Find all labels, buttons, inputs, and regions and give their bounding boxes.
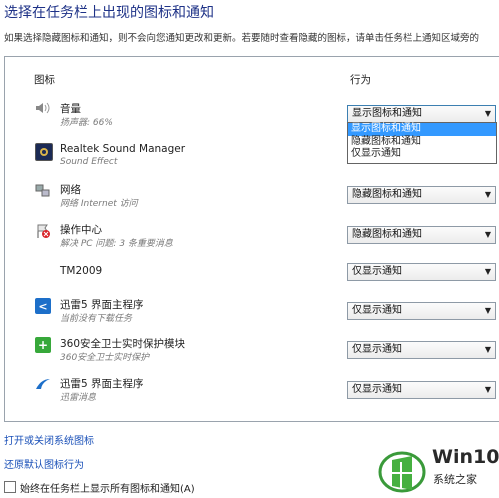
realtek-icon (35, 143, 53, 161)
select-value: 隐藏图标和通知 (352, 189, 422, 200)
row-name-xunlei-2: 迅雷5 界面主程序 (60, 378, 144, 390)
row-name-network: 网络 (60, 184, 81, 196)
row-sub-xunlei: 当前没有下载任务 (60, 314, 133, 324)
360-shield-icon: + (35, 337, 51, 353)
row-sub-realtek: Sound Effect (60, 157, 118, 167)
row-name-action-center: 操作中心 (60, 224, 102, 236)
chevron-down-icon: ▼ (484, 190, 491, 199)
page-title: 选择在任务栏上出现的图标和通知 (4, 5, 214, 21)
icon-column-header: 图标 (34, 74, 55, 86)
behavior-select-volume[interactable]: 显示图标和通知 ▼ (347, 105, 496, 123)
xunlei-icon: < (35, 298, 51, 314)
watermark-sub: 系统之家 (433, 473, 477, 486)
behavior-select-action-center[interactable]: 隐藏图标和通知 ▼ (347, 226, 496, 244)
row-name-tm2009: TM2009 (60, 265, 103, 277)
behavior-select-xunlei[interactable]: 仅显示通知 ▼ (347, 302, 496, 320)
chevron-down-icon: ▼ (484, 345, 491, 354)
chevron-down-icon: ▼ (484, 109, 491, 118)
chevron-down-icon: ▼ (484, 267, 491, 276)
behavior-select-network[interactable]: 隐藏图标和通知 ▼ (347, 186, 496, 204)
xunlei-bird-icon (35, 376, 51, 392)
select-value: 仅显示通知 (352, 305, 402, 316)
select-value: 仅显示通知 (352, 344, 402, 355)
action-center-flag-icon (35, 223, 51, 239)
behavior-select-xunlei-2[interactable]: 仅显示通知 ▼ (347, 381, 496, 399)
row-name-xunlei: 迅雷5 界面主程序 (60, 299, 144, 311)
row-sub-network: 网络 Internet 访问 (60, 199, 138, 209)
always-show-checkbox-row[interactable]: 始终在任务栏上显示所有图标和通知(A) (4, 480, 195, 495)
restore-default-link[interactable]: 还原默认图标行为 (4, 456, 84, 471)
row-sub-xunlei-2: 迅雷消息 (60, 393, 97, 403)
network-icon (35, 183, 51, 199)
chevron-down-icon: ▼ (484, 306, 491, 315)
dropdown-option-hide-all[interactable]: 隐藏图标和通知 (348, 136, 496, 149)
always-show-checkbox[interactable] (4, 481, 16, 493)
select-value: 仅显示通知 (352, 384, 402, 395)
row-name-realtek: Realtek Sound Manager (60, 143, 186, 155)
speaker-icon (35, 100, 51, 116)
behavior-select-tm2009[interactable]: 仅显示通知 ▼ (347, 263, 496, 281)
row-name-360: 360安全卫士实时保护模块 (60, 338, 186, 350)
dropdown-option-show-all[interactable]: 显示图标和通知 (348, 123, 496, 136)
win10-logo-icon (378, 451, 426, 493)
chevron-down-icon: ▼ (484, 230, 491, 239)
select-value: 隐藏图标和通知 (352, 229, 422, 240)
row-sub-action-center: 解决 PC 问题: 3 条重要消息 (60, 239, 173, 249)
select-value: 显示图标和通知 (352, 108, 422, 119)
page-description: 如果选择隐藏图标和通知，则不会向您通知更改和更新。若要随时查看隐藏的图标，请单击… (4, 33, 480, 44)
select-value: 仅显示通知 (352, 266, 402, 277)
dropdown-option-notify-only[interactable]: 仅显示通知 (348, 148, 496, 161)
behavior-column-header: 行为 (350, 74, 371, 86)
behavior-dropdown-list[interactable]: 显示图标和通知 隐藏图标和通知 仅显示通知 (347, 122, 497, 164)
chevron-down-icon: ▼ (484, 385, 491, 394)
watermark-brand: Win10 (432, 446, 499, 468)
behavior-select-360[interactable]: 仅显示通知 ▼ (347, 341, 496, 359)
row-sub-360: 360安全卫士实时保护 (60, 353, 150, 363)
row-name-volume: 音量 (60, 103, 81, 115)
always-show-label: 始终在任务栏上显示所有图标和通知(A) (20, 484, 195, 495)
system-icons-link[interactable]: 打开或关闭系统图标 (4, 432, 94, 447)
row-sub-volume: 扬声器: 66% (60, 118, 113, 128)
